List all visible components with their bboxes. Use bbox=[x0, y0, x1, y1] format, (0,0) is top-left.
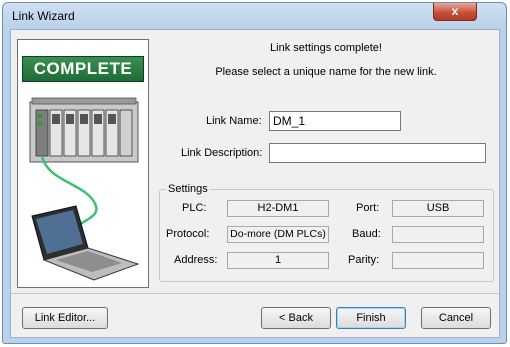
settings-group-label: Settings bbox=[166, 183, 210, 195]
plc-rack-icon bbox=[29, 97, 139, 163]
plc-laptop-illustration bbox=[29, 97, 140, 281]
complete-banner: COMPLETE bbox=[22, 56, 144, 82]
port-value: USB bbox=[392, 200, 484, 217]
link-description-label: Link Description: bbox=[181, 147, 263, 159]
cancel-button[interactable]: Cancel bbox=[421, 307, 491, 329]
baud-value bbox=[392, 226, 484, 243]
plc-label: PLC: bbox=[182, 202, 207, 214]
link-description-input[interactable] bbox=[269, 143, 486, 163]
side-panel: COMPLETE bbox=[17, 39, 149, 288]
protocol-value: Do-more (DM PLCs) bbox=[227, 226, 329, 243]
port-label: Port: bbox=[356, 202, 380, 214]
wizard-body: COMPLETE Link settings complete! Please … bbox=[10, 29, 500, 338]
parity-label: Parity: bbox=[348, 254, 380, 266]
address-label: Address: bbox=[174, 254, 218, 266]
close-icon: x bbox=[451, 4, 459, 18]
header-complete-text: Link settings complete! bbox=[270, 42, 382, 54]
link-name-label: Link Name: bbox=[206, 115, 262, 127]
link-name-input[interactable]: DM_1 bbox=[269, 111, 401, 131]
link-editor-button[interactable]: Link Editor... bbox=[22, 307, 108, 329]
button-separator bbox=[11, 293, 499, 294]
back-button[interactable]: < Back bbox=[261, 307, 331, 329]
title-bar[interactable]: Link Wizard x bbox=[3, 3, 506, 29]
baud-label: Baud: bbox=[352, 228, 381, 240]
finish-button[interactable]: Finish bbox=[336, 307, 406, 329]
close-button[interactable]: x bbox=[433, 3, 477, 21]
laptop-icon bbox=[31, 205, 140, 281]
header-instruction-text: Please select a unique name for the new … bbox=[215, 66, 437, 78]
settings-group: Settings PLC: H2-DM1 Protocol: Do-more (… bbox=[159, 183, 494, 282]
protocol-label: Protocol: bbox=[166, 228, 210, 240]
window-title: Link Wizard bbox=[12, 9, 75, 23]
address-value: 1 bbox=[227, 252, 329, 269]
link-wizard-window: Link Wizard x COMPLETE Link settings com… bbox=[2, 2, 507, 344]
plc-value: H2-DM1 bbox=[227, 200, 329, 217]
parity-value bbox=[392, 252, 484, 269]
